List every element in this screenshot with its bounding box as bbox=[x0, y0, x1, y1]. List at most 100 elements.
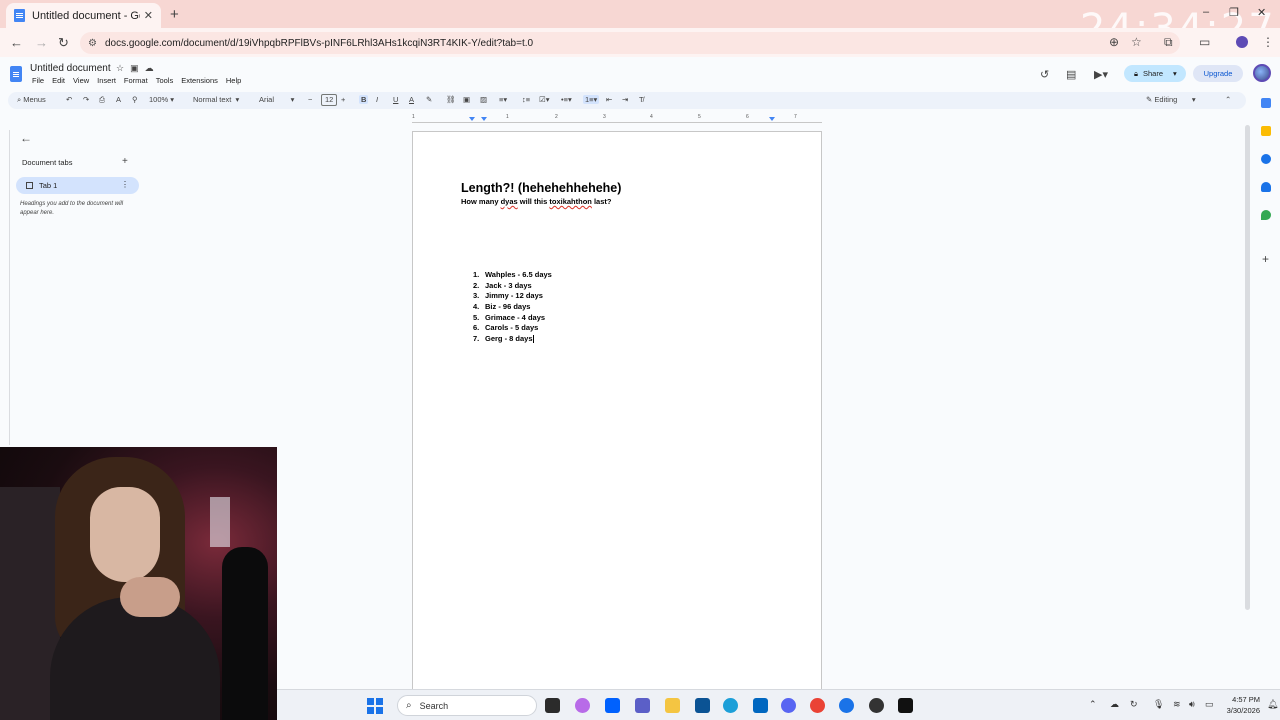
menu-edit[interactable]: Edit bbox=[52, 76, 65, 85]
move-folder-icon[interactable]: ▣ bbox=[130, 63, 145, 73]
share-dropdown-icon[interactable]: ▾ bbox=[1173, 69, 1177, 78]
taskbar-search[interactable]: ⌕ Search bbox=[397, 695, 537, 716]
font-select[interactable]: Arial ▾ bbox=[259, 95, 294, 104]
meet-icon[interactable]: ▶▾ bbox=[1094, 68, 1108, 81]
discord-icon[interactable] bbox=[781, 698, 796, 713]
align-icon[interactable]: ≡▾ bbox=[499, 95, 507, 104]
checklist-icon[interactable]: ☑▾ bbox=[539, 95, 550, 104]
vertical-ruler[interactable] bbox=[0, 130, 10, 445]
new-tab-button[interactable]: + bbox=[170, 6, 179, 23]
cast-icon[interactable]: ▭ bbox=[1199, 35, 1210, 49]
paint-format-icon[interactable]: ⚲ bbox=[132, 95, 138, 104]
reload-icon[interactable]: ↻ bbox=[58, 35, 69, 51]
right-indent-marker[interactable] bbox=[769, 117, 775, 121]
copilot-icon[interactable] bbox=[575, 698, 590, 713]
docs-logo-icon[interactable] bbox=[10, 66, 22, 82]
add-comment-icon[interactable]: ▣ bbox=[463, 95, 470, 104]
site-info-icon[interactable]: ⚙ bbox=[88, 38, 97, 49]
menu-format[interactable]: Format bbox=[124, 76, 148, 85]
teams-icon[interactable] bbox=[635, 698, 650, 713]
document-tab-1[interactable]: Tab 1 ⋮ bbox=[16, 177, 139, 194]
forward-icon[interactable]: → bbox=[35, 35, 48, 50]
upgrade-button[interactable]: Upgrade bbox=[1193, 65, 1243, 82]
italic-icon[interactable]: I bbox=[376, 95, 378, 104]
wifi-icon[interactable]: ≋ bbox=[1173, 699, 1181, 710]
dropbox-icon[interactable] bbox=[605, 698, 620, 713]
restore-window-icon[interactable]: ❐ bbox=[1229, 6, 1239, 19]
menu-help[interactable]: Help bbox=[226, 76, 241, 85]
close-tab-icon[interactable]: ✕ bbox=[144, 9, 153, 22]
contacts-icon[interactable] bbox=[1261, 182, 1271, 192]
volume-icon[interactable]: 🔊︎ bbox=[1189, 699, 1195, 710]
account-avatar[interactable] bbox=[1253, 64, 1271, 82]
menu-tools[interactable]: Tools bbox=[156, 76, 174, 85]
clear-formatting-icon[interactable]: T̸ bbox=[639, 95, 644, 104]
file-explorer-icon[interactable] bbox=[665, 698, 680, 713]
decrease-font-size-icon[interactable]: − bbox=[308, 95, 312, 104]
profile-avatar-icon[interactable] bbox=[1236, 36, 1248, 48]
misspelled-word[interactable]: toxikahthon bbox=[549, 197, 592, 206]
bookmark-star-icon[interactable]: ☆ bbox=[1131, 35, 1142, 49]
menu-file[interactable]: File bbox=[32, 76, 44, 85]
misspelled-word[interactable]: dyas bbox=[501, 197, 518, 206]
chrome-profile-icon[interactable] bbox=[839, 698, 854, 713]
increase-indent-icon[interactable]: ⇥ bbox=[622, 95, 628, 104]
insert-image-icon[interactable]: ▨ bbox=[480, 95, 487, 104]
increase-font-size-icon[interactable]: + bbox=[341, 95, 345, 104]
get-addons-icon[interactable]: + bbox=[1262, 252, 1269, 266]
print-icon[interactable]: ⎙ bbox=[99, 95, 105, 105]
bold-icon[interactable]: B bbox=[359, 95, 369, 104]
highlight-icon[interactable]: ✎ bbox=[426, 95, 432, 104]
task-view-icon[interactable] bbox=[545, 698, 560, 713]
maps-icon[interactable] bbox=[1261, 210, 1271, 220]
add-tab-icon[interactable]: + bbox=[122, 156, 128, 167]
line-spacing-icon[interactable]: ↕≡ bbox=[522, 95, 530, 104]
visual-studio-icon[interactable] bbox=[695, 698, 710, 713]
tab-options-icon[interactable]: ⋮ bbox=[121, 180, 129, 189]
epic-games-icon[interactable] bbox=[898, 698, 913, 713]
notifications-icon[interactable]: 🔔︎ bbox=[1267, 699, 1278, 710]
store-icon[interactable] bbox=[753, 698, 768, 713]
text-color-icon[interactable]: A bbox=[409, 95, 414, 104]
version-history-icon[interactable]: ↺ bbox=[1040, 68, 1049, 81]
zoom-icon[interactable]: ⊕ bbox=[1109, 35, 1119, 49]
left-indent-marker[interactable] bbox=[469, 117, 475, 121]
edge-icon[interactable] bbox=[723, 698, 738, 713]
battery-icon[interactable]: ▭ bbox=[1205, 699, 1214, 710]
spellcheck-icon[interactable]: A bbox=[116, 95, 121, 104]
show-hidden-icons-icon[interactable]: ⌃ bbox=[1089, 699, 1097, 710]
onedrive-icon[interactable]: ☁ bbox=[1110, 699, 1119, 710]
editing-mode-select[interactable]: ✎ Editing ▾ bbox=[1146, 95, 1196, 104]
address-bar[interactable]: ⚙ docs.google.com/document/d/19iVhpqbRPF… bbox=[80, 32, 1180, 54]
taskbar-clock[interactable]: 4:57 PM 3/30/2026 bbox=[1220, 694, 1260, 716]
tasks-icon[interactable] bbox=[1261, 154, 1271, 164]
sync-icon[interactable]: ↻ bbox=[1130, 699, 1138, 710]
document-page[interactable]: Length?! (hehehehhehehe) How many dyas w… bbox=[412, 131, 822, 691]
style-select[interactable]: Normal text ▾ bbox=[193, 95, 239, 104]
numbered-list-icon[interactable]: 1≡▾ bbox=[583, 95, 600, 104]
underline-icon[interactable]: U bbox=[393, 95, 398, 104]
close-outline-icon[interactable]: ← bbox=[20, 131, 32, 145]
comments-icon[interactable]: ▤ bbox=[1066, 68, 1076, 81]
extensions-icon[interactable]: ⧉ bbox=[1164, 35, 1173, 50]
browser-menu-icon[interactable]: ⋮ bbox=[1262, 35, 1274, 49]
bulleted-list-icon[interactable]: •≡▾ bbox=[561, 95, 572, 104]
search-menus[interactable]: ⌕ Menus bbox=[17, 95, 46, 105]
font-size-input[interactable]: 12 bbox=[321, 94, 338, 106]
link-icon[interactable]: ⛓ bbox=[446, 95, 456, 104]
zoom-select[interactable]: 100% ▾ bbox=[149, 95, 174, 104]
decrease-indent-icon[interactable]: ⇤ bbox=[606, 95, 612, 104]
obs-icon[interactable] bbox=[869, 698, 884, 713]
star-icon[interactable]: ☆ bbox=[116, 63, 130, 73]
document-title[interactable]: Untitled document bbox=[30, 63, 111, 74]
chrome-icon[interactable] bbox=[810, 698, 825, 713]
back-icon[interactable]: ← bbox=[10, 35, 23, 50]
share-button[interactable]: 🔒︎ Share ▾ bbox=[1124, 65, 1186, 82]
keep-icon[interactable] bbox=[1261, 126, 1271, 136]
menu-extensions[interactable]: Extensions bbox=[181, 76, 218, 85]
calendar-icon[interactable] bbox=[1261, 98, 1271, 108]
first-line-indent-marker[interactable] bbox=[481, 117, 487, 121]
menu-insert[interactable]: Insert bbox=[97, 76, 116, 85]
microphone-icon[interactable]: 🎙︎ bbox=[1153, 699, 1164, 710]
windows-start-icon[interactable] bbox=[367, 698, 383, 714]
